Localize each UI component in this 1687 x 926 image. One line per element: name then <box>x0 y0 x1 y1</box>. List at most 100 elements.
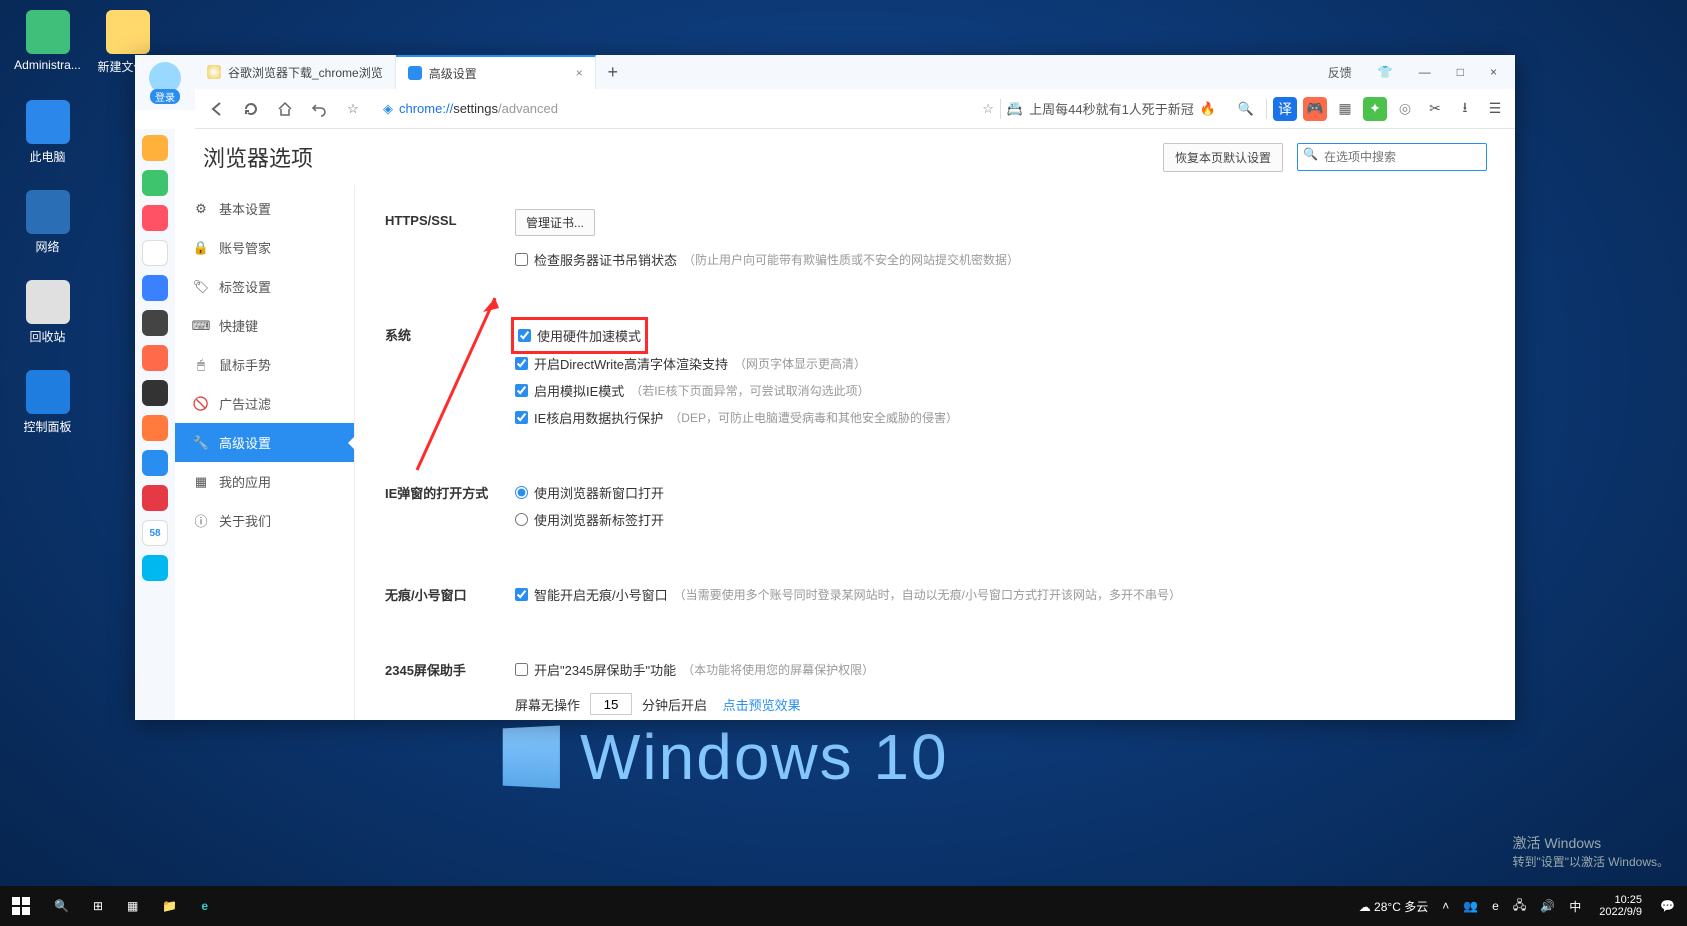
gear-favicon-icon <box>408 66 422 80</box>
favorite-star-icon[interactable]: ☆ <box>339 95 367 123</box>
edge-icon[interactable]: e <box>189 886 220 926</box>
maximize-button[interactable]: □ <box>1447 59 1474 85</box>
settings-search-input[interactable] <box>1297 143 1487 171</box>
tray-notifications-icon[interactable]: 💬 <box>1656 899 1679 913</box>
chk-directwrite[interactable] <box>515 357 528 370</box>
undo-button[interactable] <box>305 95 333 123</box>
mouse-icon: 🖱 <box>193 357 209 373</box>
radio-new-tab[interactable] <box>515 513 528 526</box>
desktop-icon-thispc[interactable]: 此电脑 <box>10 100 85 165</box>
scissors-icon[interactable]: ✂ <box>1423 97 1447 121</box>
search-icon[interactable]: 🔍 <box>1232 95 1260 123</box>
weather-tray[interactable]: ☁ 28°C 多云 <box>1355 898 1433 915</box>
chk-dep[interactable] <box>515 411 528 424</box>
reload-button[interactable] <box>237 95 265 123</box>
new-tab-button[interactable]: + <box>596 55 630 89</box>
nav-shortcuts[interactable]: ⌨快捷键 <box>175 306 354 345</box>
explorer-icon[interactable]: 📁 <box>150 886 189 926</box>
rail-icon-10[interactable] <box>142 450 168 476</box>
bookmark-star-icon[interactable]: ☆ <box>982 101 994 117</box>
restore-defaults-button[interactable]: 恢复本页默认设置 <box>1163 143 1283 172</box>
nav-adblock[interactable]: 🚫广告过滤 <box>175 384 354 423</box>
tab-chrome-download[interactable]: 谷歌浏览器下载_chrome浏览 <box>195 55 396 89</box>
apps-grid-icon[interactable]: ▦ <box>1333 97 1357 121</box>
rail-icon-7[interactable] <box>142 345 168 371</box>
settings-nav: ⚙基本设置 🔒账号管家 🏷标签设置 ⌨快捷键 🖱鼠标手势 🚫广告过滤 🔧高级设置… <box>175 185 355 720</box>
taskview-icon[interactable]: ⊞ <box>81 886 115 926</box>
screensaver-minutes-input[interactable] <box>590 693 632 715</box>
minimize-button[interactable]: — <box>1409 59 1441 85</box>
download-icon[interactable]: ⭳ <box>1453 97 1477 121</box>
rail-icon-4[interactable] <box>142 240 168 266</box>
start-button[interactable] <box>0 886 42 926</box>
flame-icon: 🔥 <box>1200 101 1216 117</box>
desktop-icon-network[interactable]: 网络 <box>10 190 85 255</box>
tray-ime[interactable]: 中 <box>1565 898 1585 915</box>
chk-hardware-accel-label: 使用硬件加速模式 <box>537 326 641 345</box>
promo-text[interactable]: 上周每44秒就有1人死于新冠 <box>1029 99 1194 118</box>
address-bar[interactable]: ◈ chrome://settings/advanced ☆ 📇 上周每44秒就… <box>373 95 1226 123</box>
green-app-icon[interactable]: ✦ <box>1363 97 1387 121</box>
chk-hardware-accel[interactable] <box>518 329 531 342</box>
manage-certs-button[interactable]: 管理证书... <box>515 209 595 236</box>
chk-ie-mode[interactable] <box>515 384 528 397</box>
rail-icon-9[interactable] <box>142 415 168 441</box>
highlight-hardware-accel: 使用硬件加速模式 <box>511 317 648 354</box>
nav-about[interactable]: ⓘ关于我们 <box>175 501 354 540</box>
rail-icon-2[interactable] <box>142 170 168 196</box>
tray-chevron-icon[interactable]: ˄ <box>1438 899 1453 913</box>
hamburger-menu-icon[interactable]: ☰ <box>1483 97 1507 121</box>
tray-volume-icon[interactable]: 🔊 <box>1536 899 1559 913</box>
chk-cert-revoke[interactable] <box>515 253 528 266</box>
home-button[interactable] <box>271 95 299 123</box>
nav-basic[interactable]: ⚙基本设置 <box>175 189 354 228</box>
profile-area[interactable]: 登录 <box>135 55 195 110</box>
gamepad-icon[interactable]: 🎮 <box>1303 97 1327 121</box>
tab-advanced-settings[interactable]: 高级设置 × <box>396 55 596 89</box>
rail-icon-3[interactable] <box>142 205 168 231</box>
rail-icon-13[interactable] <box>142 555 168 581</box>
rail-icon-6[interactable] <box>142 310 168 336</box>
desktop-icon-controlpanel[interactable]: 控制面板 <box>10 370 85 435</box>
tray-people-icon[interactable]: 👥 <box>1459 899 1482 913</box>
rail-icon-58[interactable]: 58 <box>142 520 168 546</box>
rail-icon-8[interactable] <box>142 380 168 406</box>
chk-cert-revoke-label: 检查服务器证书吊销状态 <box>534 250 677 269</box>
toolbar: ☆ ◈ chrome://settings/advanced ☆ 📇 上周每44… <box>195 89 1515 129</box>
taskbar: 🔍 ⊞ ▦ 📁 e ☁ 28°C 多云 ˄ 👥 e 🖧 🔊 中 10:25 20… <box>0 886 1687 926</box>
section-iepopup-label: IE弹窗的打开方式 <box>385 479 515 502</box>
nav-advanced[interactable]: 🔧高级设置 <box>175 423 354 462</box>
tray-network-icon[interactable]: 🖧 <box>1509 896 1530 917</box>
wrench-icon: 🔧 <box>193 435 209 451</box>
login-pill[interactable]: 登录 <box>150 89 180 104</box>
desktop-icon-admin[interactable]: Administra... <box>10 10 85 72</box>
preview-link[interactable]: 点击预览效果 <box>723 695 801 714</box>
chk-screensaver[interactable] <box>515 663 528 676</box>
rail-icon-1[interactable] <box>142 135 168 161</box>
radio-new-window[interactable] <box>515 486 528 499</box>
allapps-icon[interactable]: ▦ <box>115 886 150 926</box>
section-incognito-label: 无痕/小号窗口 <box>385 581 515 604</box>
rail-icon-11[interactable] <box>142 485 168 511</box>
promo-icon: 📇 <box>1007 101 1023 117</box>
nav-tabs[interactable]: 🏷标签设置 <box>175 267 354 306</box>
translate-icon[interactable]: 译 <box>1273 97 1297 121</box>
desktop-icon-recycle[interactable]: 回收站 <box>10 280 85 345</box>
nav-myapps[interactable]: ▦我的应用 <box>175 462 354 501</box>
rail-icon-5[interactable] <box>142 275 168 301</box>
tray-edge-icon[interactable]: e <box>1488 899 1503 913</box>
page-title: 浏览器选项 <box>203 141 313 173</box>
feedback-link[interactable]: 反馈 <box>1318 58 1362 87</box>
chk-cert-revoke-hint: （防止用户向可能带有欺骗性质或不安全的网站提交机密数据） <box>683 251 1019 268</box>
tray-clock[interactable]: 10:25 2022/9/9 <box>1591 894 1650 918</box>
back-button[interactable] <box>203 95 231 123</box>
skin-icon[interactable]: 👕 <box>1368 59 1403 85</box>
tab-strip: 谷歌浏览器下载_chrome浏览 高级设置 × + 反馈 👕 — □ × <box>195 55 1515 89</box>
chk-smart-incognito[interactable] <box>515 588 528 601</box>
taskbar-search-icon[interactable]: 🔍 <box>42 886 81 926</box>
nav-gestures[interactable]: 🖱鼠标手势 <box>175 345 354 384</box>
close-window-button[interactable]: × <box>1480 59 1507 85</box>
nav-account[interactable]: 🔒账号管家 <box>175 228 354 267</box>
close-tab-icon[interactable]: × <box>576 66 583 80</box>
record-icon[interactable]: ◎ <box>1393 97 1417 121</box>
